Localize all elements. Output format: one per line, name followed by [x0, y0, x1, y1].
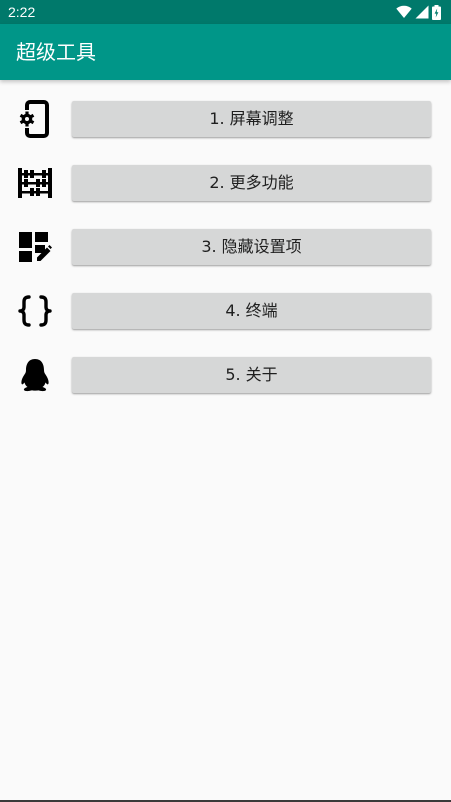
app-title: 超级工具 — [16, 40, 96, 64]
battery-icon — [432, 4, 441, 20]
menu-item-terminal: 4. 终端 — [0, 272, 451, 336]
status-time: 2:22 — [8, 4, 36, 20]
qq-penguin-icon — [16, 356, 54, 394]
app-bar: 超级工具 — [0, 24, 451, 80]
phone-settings-icon — [16, 100, 54, 138]
menu-item-more-features: 2. 更多功能 — [0, 144, 451, 208]
status-bar: 2:22 — [0, 0, 451, 24]
screen-adjust-button[interactable]: 1. 屏幕调整 — [72, 101, 431, 137]
terminal-button[interactable]: 4. 终端 — [72, 293, 431, 329]
menu-item-about: 5. 关于 — [0, 336, 451, 400]
hidden-settings-button[interactable]: 3. 隐藏设置项 — [72, 229, 431, 265]
about-button[interactable]: 5. 关于 — [72, 357, 431, 393]
dashboard-edit-icon — [16, 228, 54, 266]
menu-item-screen-adjust: 1. 屏幕调整 — [0, 80, 451, 144]
menu-item-hidden-settings: 3. 隐藏设置项 — [0, 208, 451, 272]
status-icons — [396, 4, 441, 20]
signal-icon — [415, 5, 429, 19]
code-braces-icon — [16, 292, 54, 330]
wifi-icon — [396, 5, 412, 19]
more-features-button[interactable]: 2. 更多功能 — [72, 165, 431, 201]
abacus-icon — [16, 164, 54, 202]
